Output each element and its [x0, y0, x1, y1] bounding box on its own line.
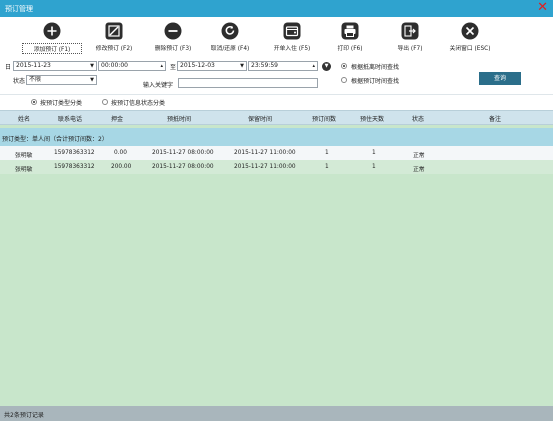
- minus-circle-icon: [164, 22, 182, 40]
- close-window-button[interactable]: 关闭窗口 (ESC): [440, 22, 500, 52]
- export-icon: [401, 22, 419, 40]
- booking-grid: 预订类型：单人间（合计预订间数：2） 张明敏 15978363312 0.00 …: [0, 125, 553, 406]
- chevron-down-icon: ▼: [240, 63, 244, 69]
- radio-booking-time[interactable]: [341, 77, 347, 83]
- check-in-button[interactable]: 开单入住 (F5): [262, 22, 322, 52]
- chevron-down-icon: ▼: [90, 63, 94, 69]
- column-header-phone[interactable]: 联系电话: [58, 114, 82, 123]
- column-header-arrival[interactable]: 预抵时间: [167, 114, 191, 123]
- cell-deposit: 0.00: [114, 150, 127, 156]
- group-row[interactable]: 预订类型：单人间（合计预订间数：2）: [0, 128, 553, 146]
- group-row-label: 预订类型：单人间（合计预订间数：2）: [2, 136, 108, 143]
- column-header-nights[interactable]: 预住天数: [360, 114, 384, 123]
- status-bar: 共2条预订记录: [0, 406, 553, 421]
- delete-booking-button[interactable]: 删除预订 (F3): [143, 22, 203, 52]
- export-button[interactable]: 导出 (F7): [380, 22, 440, 52]
- cell-phone: 15978363312: [54, 164, 95, 170]
- edit-booking-button[interactable]: 修改预订 (F2): [84, 22, 144, 52]
- grouping-options: 按预订类型分类 按预订信息状态分类: [0, 94, 553, 110]
- column-header-status[interactable]: 状态: [412, 114, 424, 123]
- edit-box-icon: [105, 22, 123, 40]
- expand-circle-icon[interactable]: ▼: [322, 62, 331, 71]
- cancel-restore-button[interactable]: 取消/还原 (F4): [200, 22, 260, 52]
- close-window-label: 关闭窗口 (ESC): [449, 46, 491, 52]
- radio-booking-label: 根据预订时间查找: [351, 78, 400, 85]
- cell-status: 正常: [413, 167, 425, 173]
- end-date-picker[interactable]: 2015-12-03 ▼: [177, 61, 247, 71]
- record-count: 共2条预订记录: [4, 412, 44, 419]
- wallet-icon: [283, 22, 301, 40]
- export-label: 导出 (F7): [397, 46, 423, 52]
- radio-group-by-status[interactable]: [102, 99, 108, 105]
- table-row[interactable]: 张明敏 15978363312 0.00 2015-11-27 08:00:00…: [0, 146, 553, 160]
- print-label: 打印 (F6): [337, 46, 363, 52]
- cell-nights: 1: [372, 150, 376, 156]
- edit-booking-label: 修改预订 (F2): [95, 46, 133, 52]
- group-by-status-label: 按预订信息状态分类: [111, 100, 166, 107]
- status-select[interactable]: 不限 ▼: [26, 75, 97, 85]
- close-icon[interactable]: ✕: [537, 1, 548, 15]
- cell-nights: 1: [372, 164, 376, 170]
- window-title: 预订管理: [5, 5, 33, 13]
- start-time-value: 00:00:00: [101, 62, 128, 69]
- filter-panel: 日 2015-11-23 ▼ 00:00:00 ▴ 至 2015-12-03 ▼ 23…: [0, 57, 553, 94]
- cell-name: 张明敏: [15, 153, 33, 159]
- radio-arrival-time[interactable]: [341, 63, 347, 69]
- check-in-label: 开单入住 (F5): [273, 46, 311, 52]
- cell-hold: 2015-11-27 11:00:00: [234, 150, 296, 156]
- printer-icon: [341, 22, 359, 40]
- column-header-hold[interactable]: 保留时间: [248, 114, 272, 123]
- end-time-field[interactable]: 23:59:59 ▴: [248, 61, 318, 71]
- plus-circle-icon: [43, 22, 61, 40]
- table-row[interactable]: 张明敏 15978363312 200.00 2015-11-27 08:00:…: [0, 160, 553, 174]
- start-date-picker[interactable]: 2015-11-23 ▼: [13, 61, 97, 71]
- status-select-value: 不限: [29, 76, 42, 83]
- cancel-restore-label: 取消/还原 (F4): [210, 46, 250, 52]
- radio-arrival-label: 根据抵离时间查找: [351, 64, 400, 71]
- to-label: 至: [170, 64, 177, 71]
- add-booking-button[interactable]: 添加预订 (F1): [22, 22, 82, 54]
- end-time-value: 23:59:59: [251, 62, 278, 69]
- cell-rooms: 1: [325, 150, 329, 156]
- cell-hold: 2015-11-27 11:00:00: [234, 164, 296, 170]
- undo-circle-icon: [221, 22, 239, 40]
- query-button[interactable]: 查询: [479, 72, 521, 85]
- cell-rooms: 1: [325, 164, 329, 170]
- column-header-rooms[interactable]: 预订间数: [312, 114, 336, 123]
- column-header-remark[interactable]: 备注: [489, 114, 501, 123]
- column-header-name[interactable]: 姓名: [18, 114, 30, 123]
- spinner-icon: ▴: [160, 63, 163, 69]
- group-by-type-label: 按预订类型分类: [40, 100, 83, 107]
- toolbar: 添加预订 (F1) 修改预订 (F2) 删除预订 (F3) 取消/还原 (F4)…: [0, 17, 553, 57]
- cell-name: 张明敏: [15, 167, 33, 173]
- end-date-value: 2015-12-03: [180, 62, 215, 69]
- keyword-label: 输入关键字: [143, 82, 174, 89]
- title-bar: 预订管理 ✕: [0, 0, 553, 17]
- cell-status: 正常: [413, 153, 425, 159]
- table-header: 姓名 联系电话 押金 预抵时间 保留时间 预订间数 预住天数 状态 备注: [0, 110, 553, 125]
- chevron-down-icon: ▼: [90, 77, 94, 83]
- cell-arrival: 2015-11-27 08:00:00: [152, 150, 214, 156]
- cell-arrival: 2015-11-27 08:00:00: [152, 164, 214, 170]
- start-date-value: 2015-11-23: [16, 62, 51, 69]
- status-label: 状态: [13, 78, 26, 85]
- close-circle-icon: [461, 22, 479, 40]
- start-time-field[interactable]: 00:00:00 ▴: [98, 61, 166, 71]
- add-booking-label: 添加预订 (F1): [22, 43, 82, 54]
- delete-booking-label: 删除预订 (F3): [154, 46, 192, 52]
- spinner-icon: ▴: [312, 63, 315, 69]
- keyword-input[interactable]: [178, 78, 318, 88]
- column-header-deposit[interactable]: 押金: [111, 114, 123, 123]
- print-button[interactable]: 打印 (F6): [320, 22, 380, 52]
- cell-deposit: 200.00: [111, 164, 132, 170]
- radio-group-by-type[interactable]: [31, 99, 37, 105]
- cell-phone: 15978363312: [54, 150, 95, 156]
- date-prefix-label: 日: [5, 64, 12, 71]
